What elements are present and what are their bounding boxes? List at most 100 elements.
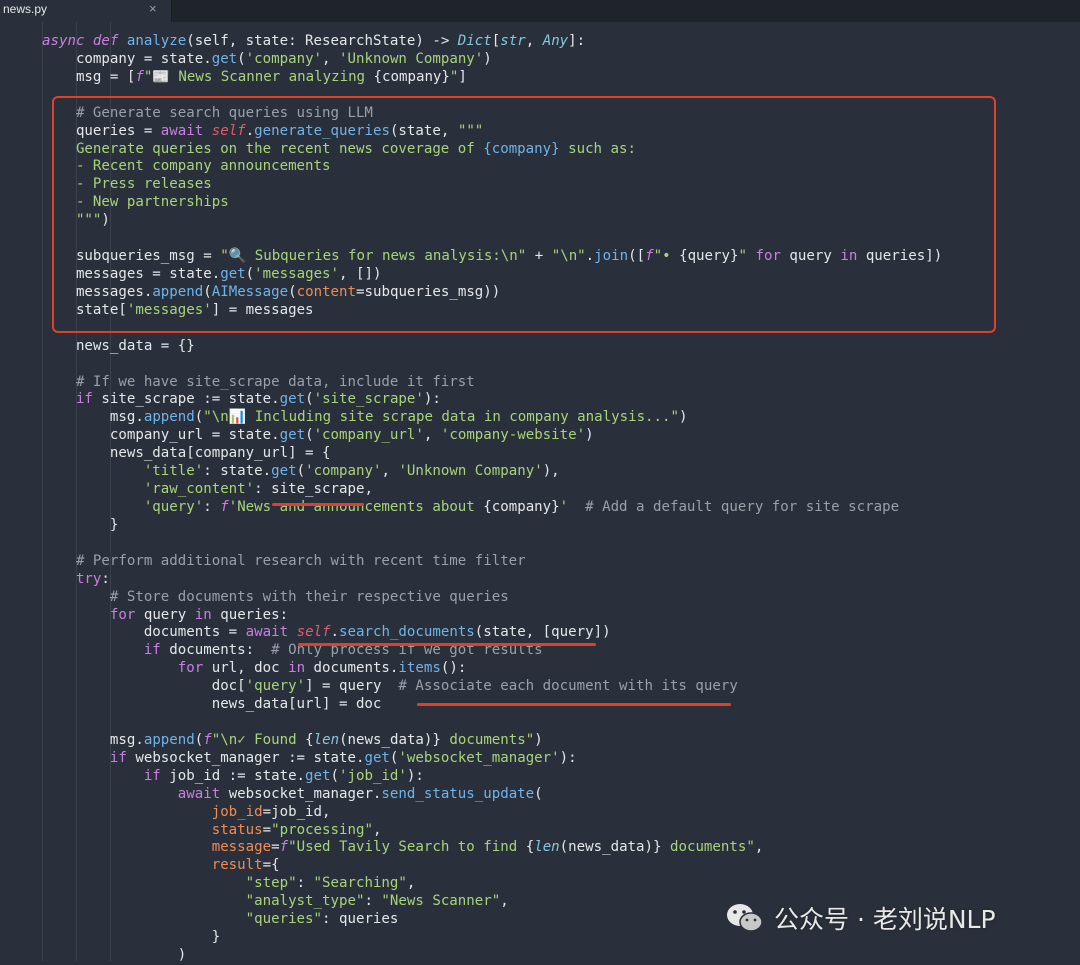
underline-search-documents (298, 643, 596, 646)
code-line[interactable]: for url, doc in documents.items(): (0, 660, 1080, 678)
code-token: "News Scanner" (381, 893, 501, 910)
code-token: } (42, 929, 221, 946)
code-token: "\n📊 Including site scrape data in compa… (203, 409, 679, 426)
underline-associate-comment (417, 703, 731, 706)
code-line[interactable]: } (0, 517, 1080, 535)
code-token: company_url = state. (42, 427, 280, 444)
code-line[interactable]: # Perform additional research with recen… (0, 553, 1080, 571)
code-token: : queries (322, 911, 399, 928)
code-line[interactable]: 'query': f'News and announcements about … (0, 499, 1080, 517)
code-token: , (423, 427, 441, 444)
code-line[interactable]: status="processing", (0, 822, 1080, 840)
code-line[interactable]: # Store documents with their respective … (0, 589, 1080, 607)
code-line[interactable]: msg.append("\n📊 Including site scrape da… (0, 409, 1080, 427)
code-token: (): (440, 660, 467, 677)
code-token: str (500, 33, 526, 49)
code-token: ): (406, 767, 424, 784)
code-token: get (279, 391, 306, 408)
code-line[interactable]: "step": "Searching", (0, 875, 1080, 893)
code-token: search_documents (339, 624, 475, 641)
code-token: if (42, 749, 136, 766)
code-token: if (42, 642, 170, 659)
code-line[interactable]: job_id=job_id, (0, 804, 1080, 822)
code-token: ={ (262, 857, 280, 874)
code-token: f (279, 839, 289, 856)
code-line[interactable]: message=f"Used Tavily Search to find {le… (0, 839, 1080, 857)
code-token: =job_id, (262, 803, 331, 820)
code-token: ) (585, 427, 594, 444)
code-token: if (42, 391, 102, 408)
code-token: "Used Tavily Search to find (288, 839, 526, 856)
code-line[interactable]: await websocket_manager.send_status_upda… (0, 786, 1080, 804)
code-token: get (271, 463, 297, 480)
code-token: (news_data)} (339, 731, 441, 748)
code-line[interactable]: news_data[company_url] = { (0, 445, 1080, 463)
code-line[interactable]: documents = await self.search_documents(… (0, 624, 1080, 642)
code-line[interactable]: news_data = {} (0, 338, 1080, 356)
code-token: result (42, 857, 263, 874)
code-token: for (42, 660, 212, 677)
code-token: (news_data)} (559, 839, 662, 856)
code-token: "queries" (42, 911, 323, 928)
code-token: news_data = {} (42, 337, 195, 354)
code-token: try (42, 570, 102, 587)
code-token: Dict (457, 33, 492, 49)
code-line[interactable]: if websocket_manager := state.get('webso… (0, 750, 1080, 768)
code-token: append (143, 409, 195, 426)
code-line[interactable]: # If we have site_scrape data, include i… (0, 374, 1080, 392)
code-token: get (279, 427, 306, 444)
code-token: documents" (440, 731, 535, 748)
code-token: 'company' (245, 50, 323, 67)
code-token: for (42, 606, 144, 623)
code-token: doc[ (42, 678, 246, 695)
code-token: 'News and announcements about (228, 498, 484, 515)
code-token: # Add a default query for site scrape (568, 498, 900, 515)
close-icon[interactable]: × (149, 1, 157, 16)
code-token: async def (42, 33, 127, 49)
code-token: : state. (203, 463, 272, 480)
code-token: 'job_id' (339, 767, 407, 784)
code-token: (self, state: ResearchState) -> (186, 33, 458, 49)
code-token: 'query' (245, 678, 306, 695)
code-line[interactable]: msg.append(f"\n✓ Found {len(news_data)} … (0, 732, 1080, 750)
code-token: {company} (373, 68, 450, 85)
code-token: documents: (169, 642, 272, 659)
code-line[interactable]: async def analyze(self, state: ResearchS… (0, 33, 1080, 51)
highlight-box (52, 96, 996, 333)
code-line[interactable]: if site_scrape := state.get('site_scrape… (0, 391, 1080, 409)
code-token: ( (194, 731, 204, 748)
code-token: 'Unknown Company' (339, 50, 484, 67)
code-line[interactable]: result={ (0, 857, 1080, 875)
code-line[interactable]: ) (0, 947, 1080, 965)
code-token: 'site_scrape' (313, 391, 424, 408)
code-token: documents. (313, 660, 399, 677)
code-token: ] (458, 68, 467, 85)
wechat-icon (727, 904, 763, 932)
code-token: len (313, 731, 340, 748)
code-line[interactable]: 'title': state.get('company', 'Unknown C… (0, 463, 1080, 481)
code-token: self (296, 624, 331, 641)
code-token: ) (534, 731, 543, 748)
code-token: ( (305, 427, 314, 444)
code-token: ) (679, 409, 688, 426)
code-line[interactable] (0, 714, 1080, 732)
code-line[interactable]: company = state.get('company', 'Unknown … (0, 51, 1080, 69)
code-line[interactable]: for query in queries: (0, 607, 1080, 625)
code-line[interactable]: msg = [f"📰 News Scanner analyzing {compa… (0, 69, 1080, 87)
code-token: msg = [ (42, 68, 136, 85)
code-line[interactable]: if job_id := state.get('job_id'): (0, 768, 1080, 786)
code-token: , (372, 821, 382, 838)
code-line[interactable] (0, 535, 1080, 553)
code-line[interactable]: try: (0, 571, 1080, 589)
code-line[interactable]: 'raw_content': site_scrape, (0, 481, 1080, 499)
code-token: f (135, 68, 144, 85)
code-token: = (262, 821, 272, 838)
underline-site-scrape (272, 503, 364, 506)
code-line[interactable]: doc['query'] = query # Associate each do… (0, 678, 1080, 696)
code-token: analyze (126, 33, 187, 49)
code-token: query (143, 606, 195, 623)
code-line[interactable] (0, 356, 1080, 374)
tab-news-py[interactable]: news.py × (0, 0, 172, 22)
code-line[interactable]: company_url = state.get('company_url', '… (0, 427, 1080, 445)
code-token: : (101, 570, 110, 587)
